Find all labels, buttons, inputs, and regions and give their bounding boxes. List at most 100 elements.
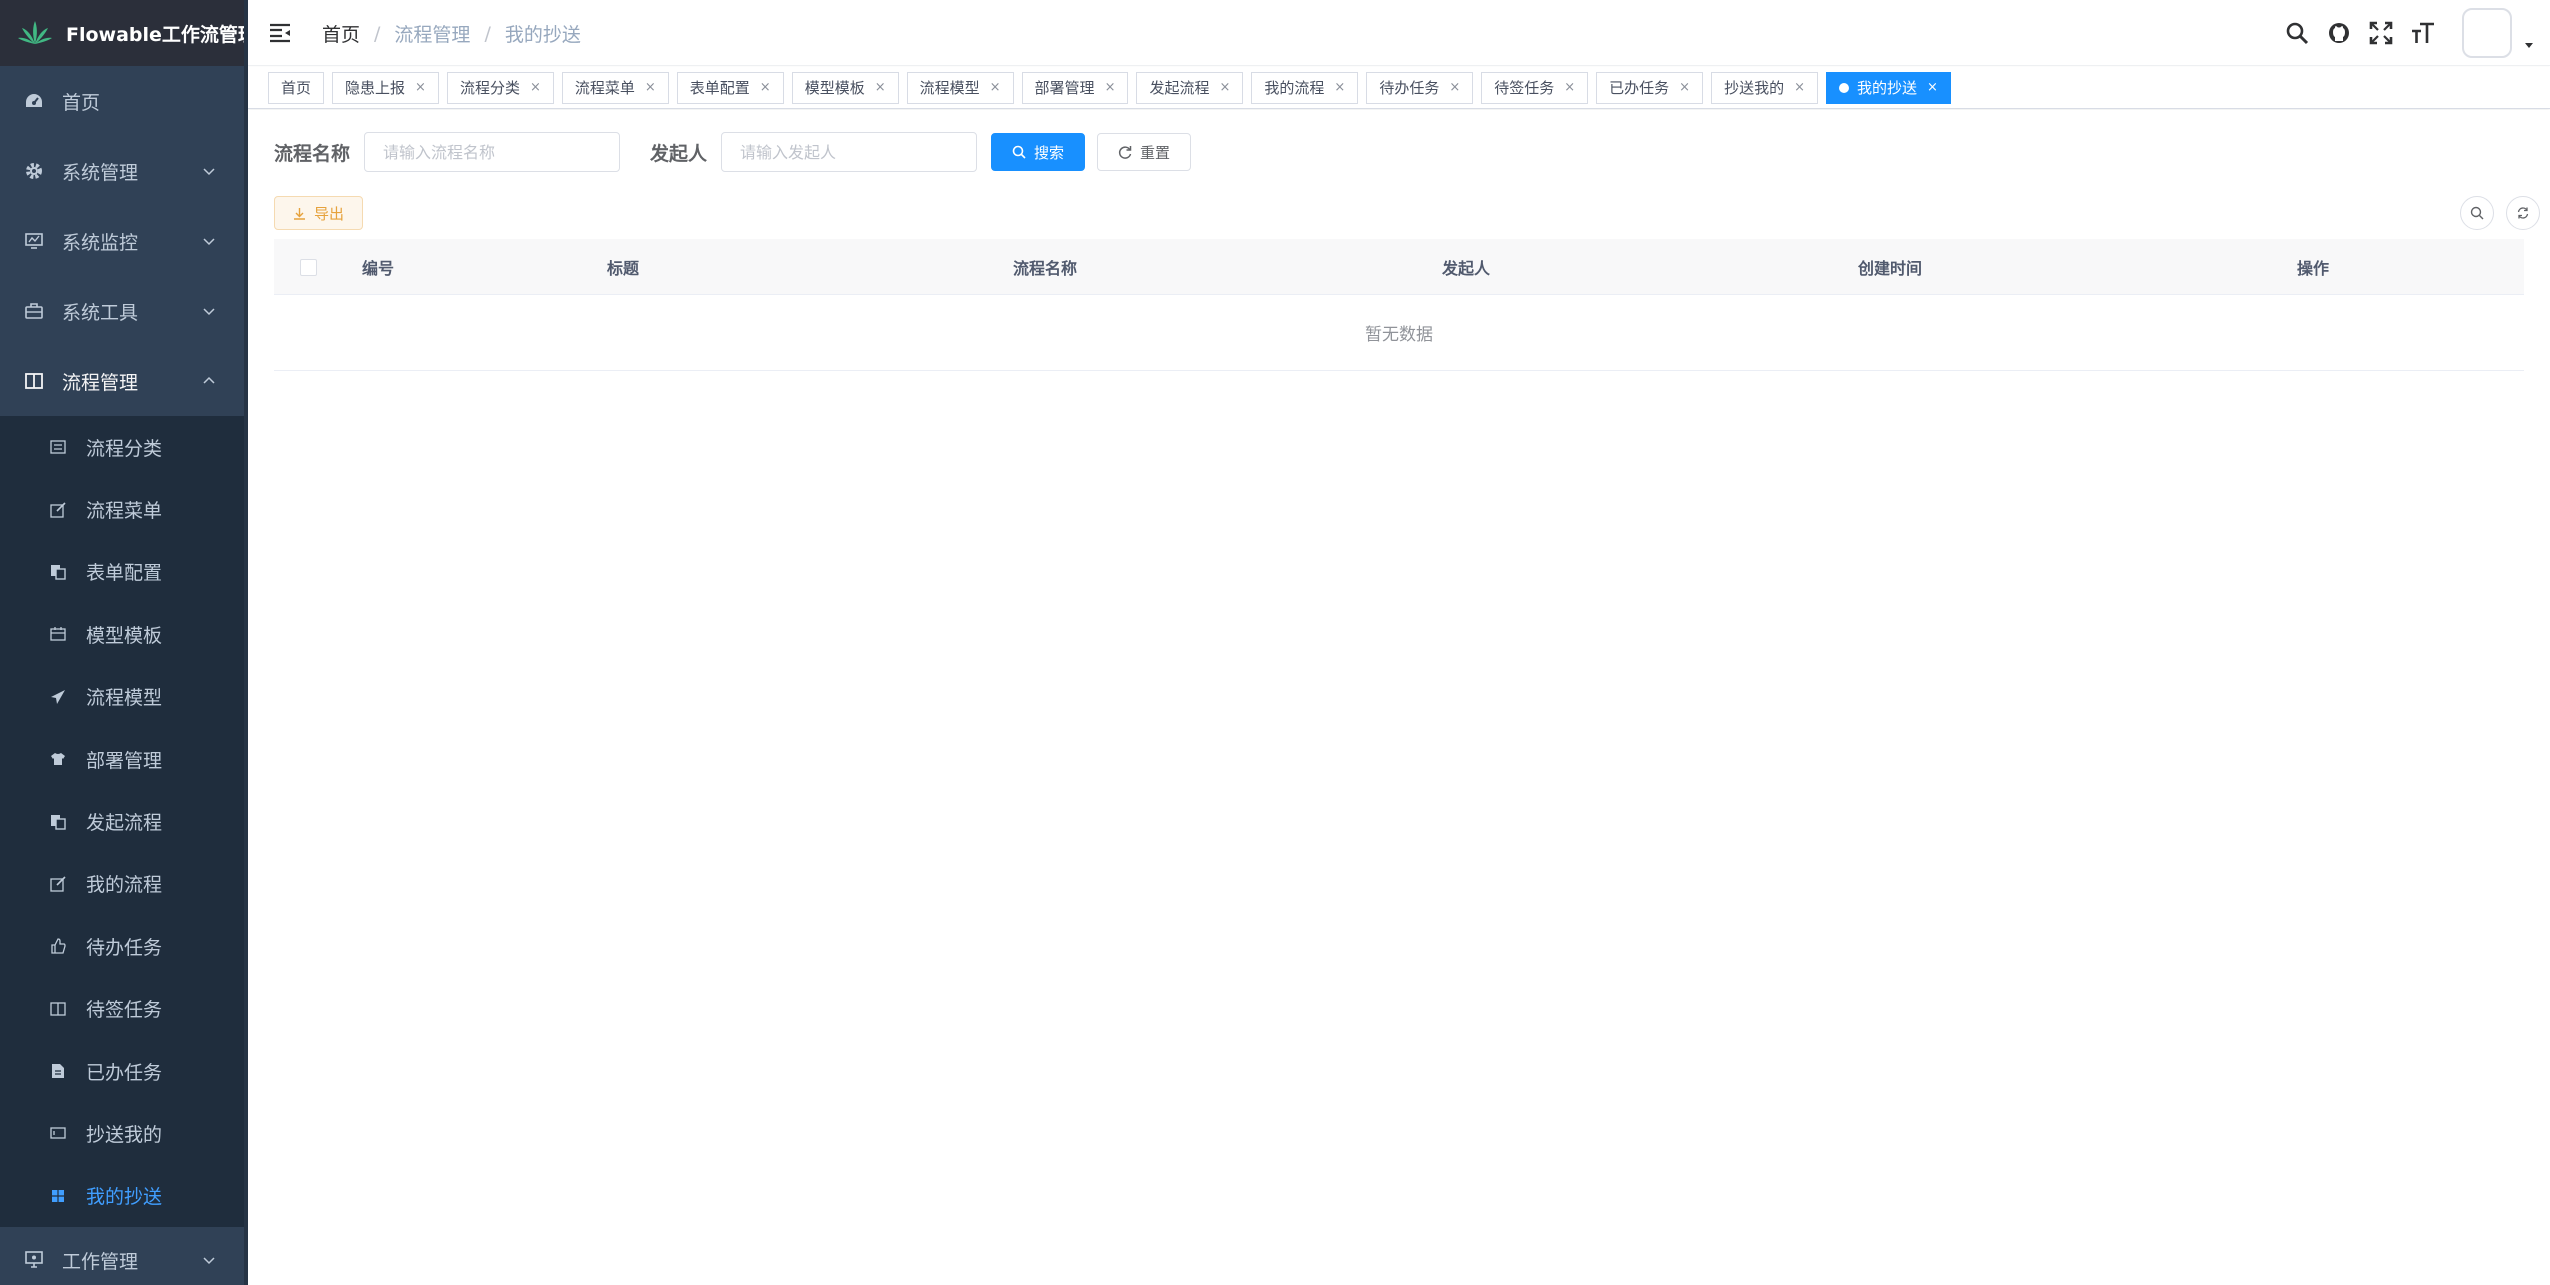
sidebar-item-done-task[interactable]: 已办任务 [0,1040,244,1102]
sidebar-item-process-menu[interactable]: 流程菜单 [0,478,244,540]
close-icon[interactable]: × [990,80,1001,95]
close-icon[interactable]: × [1449,80,1460,95]
close-icon[interactable]: × [530,80,541,95]
close-icon[interactable]: × [1794,80,1805,95]
sidebar-item-tools[interactable]: 系统工具 [0,276,244,346]
tag-label: 待办任务 [1379,79,1440,97]
breadcrumb-separator: / [374,22,381,45]
tag-item[interactable]: 部署管理 × [1021,71,1129,104]
close-icon[interactable]: × [1564,80,1575,95]
sidebar-item-label: 首页 [62,91,101,114]
close-icon[interactable]: × [1219,80,1230,95]
tag-item[interactable]: 隐患上报 × [332,71,439,104]
caret-down-icon[interactable] [2522,38,2536,52]
close-icon[interactable]: × [1679,80,1690,95]
sidebar-item-my-process[interactable]: 我的流程 [0,853,244,915]
sidebar: Flowable工作流管理 首页 系统管理 系统监控 系统工具 流程管理 流程分… [0,0,244,1285]
tag-label: 我的抄送 [1857,79,1918,97]
app-title: Flowable工作流管理 [66,23,244,46]
tag-label: 流程模型 [919,79,980,97]
close-icon[interactable]: × [1334,80,1345,95]
starter-input[interactable] [721,132,978,172]
sidebar-item-model-template[interactable]: 模型模板 [0,603,244,665]
select-all-checkbox[interactable] [300,258,317,276]
tag-item[interactable]: 表单配置 × [676,71,784,104]
table-header: 编号 标题 流程名称 发起人 创建时间 操作 [274,239,2524,295]
sidebar-item-monitor[interactable]: 系统监控 [0,206,244,276]
logo-bar[interactable]: Flowable工作流管理 [0,0,244,66]
search-icon[interactable] [2284,20,2310,46]
tag-item[interactable]: 模型模板 × [791,71,899,104]
sidebar-item-my-cc[interactable]: 我的抄送 [0,1165,244,1227]
sidebar-item-label: 我的抄送 [86,1186,163,1209]
font-size-icon[interactable] [2410,20,2436,46]
tag-item[interactable]: 抄送我的 × [1711,71,1818,104]
table-toolbar [2448,196,2540,230]
sidebar-item-process[interactable]: 流程管理 [0,346,244,416]
download-icon [293,207,306,220]
tag-item[interactable]: 流程菜单 × [561,71,669,104]
data-table: 编号 标题 流程名称 发起人 创建时间 操作 暂无数据 [274,239,2524,371]
tag-item[interactable]: 发起流程 × [1136,71,1244,104]
export-button-label: 导出 [314,204,345,223]
sidebar-item-label: 待办任务 [86,936,163,959]
thumbs-up-icon [48,936,68,956]
close-icon[interactable]: × [760,80,771,95]
sidebar-item-process-model[interactable]: 流程模型 [0,666,244,728]
sidebar-item-home[interactable]: 首页 [0,66,244,136]
toggle-search-button[interactable] [2460,196,2494,230]
tag-item[interactable]: 待办任务 × [1366,71,1474,104]
gear-icon [24,161,44,181]
sidebar-item-todo-task[interactable]: 待办任务 [0,915,244,977]
monitor-icon [24,231,44,251]
chevron-down-icon [203,1257,215,1265]
tag-item[interactable]: 已办任务 × [1596,71,1704,104]
close-icon[interactable]: × [1105,80,1116,95]
hamburger-icon[interactable] [268,20,294,46]
close-icon[interactable]: × [645,80,656,95]
reset-button-label: 重置 [1140,143,1171,162]
sidebar-item-claim-task[interactable]: 待签任务 [0,978,244,1040]
sidebar-item-work[interactable]: 工作管理 [0,1227,244,1285]
sidebar-item-start-process[interactable]: 发起流程 [0,790,244,852]
list-icon [48,437,68,457]
breadcrumb-home[interactable]: 首页 [322,20,360,47]
empty-text: 暂无数据 [274,295,2524,371]
sidebar-item-label: 工作管理 [62,1250,139,1273]
sidebar-item-cc-to-me[interactable]: 抄送我的 [0,1102,244,1164]
sidebar-item-label: 流程模型 [86,687,163,710]
sidebar-item-label: 流程菜单 [86,500,163,523]
close-icon[interactable]: × [1927,80,1938,95]
sidebar-item-system[interactable]: 系统管理 [0,136,244,206]
tag-item[interactable]: 流程模型 × [906,71,1014,104]
tag-label: 表单配置 [689,79,750,97]
sidebar-item-deploy[interactable]: 部署管理 [0,728,244,790]
tag-item[interactable]: 我的流程 × [1251,71,1359,104]
sidebar-item-form-config[interactable]: 表单配置 [0,541,244,603]
refresh-icon [1118,145,1132,159]
process-name-input[interactable] [364,132,621,172]
sidebar-item-label: 系统管理 [62,161,139,184]
avatar[interactable] [2462,8,2512,58]
github-icon[interactable] [2326,20,2352,46]
refresh-button[interactable] [2506,196,2540,230]
reset-button[interactable]: 重置 [1097,133,1192,171]
close-icon[interactable]: × [415,80,426,95]
search-button-label: 搜索 [1034,143,1065,162]
grid-icon [48,1186,68,1206]
search-button[interactable]: 搜索 [991,133,1086,171]
tag-item[interactable]: 待签任务 × [1481,71,1589,104]
close-icon[interactable]: × [875,80,886,95]
fullscreen-icon[interactable] [2368,20,2394,46]
tag-label: 首页 [281,79,312,97]
tag-active[interactable]: 我的抄送 × [1826,71,1951,104]
send-icon [48,687,68,707]
column-header: 标题 [607,259,640,278]
breadcrumb-level1: 流程管理 [394,24,471,46]
sidebar-item-process-category[interactable]: 流程分类 [0,416,244,478]
export-button[interactable]: 导出 [274,196,364,230]
tag-label: 模型模板 [804,79,865,97]
tag-home[interactable]: 首页 [268,71,325,104]
column-header: 发起人 [1442,259,1491,278]
tag-item[interactable]: 流程分类 × [446,71,554,104]
